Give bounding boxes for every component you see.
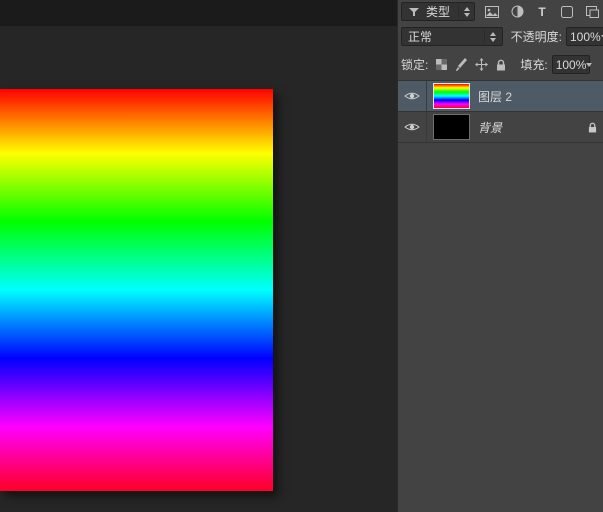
rainbow-gradient-artwork[interactable]: [0, 89, 273, 491]
blend-opacity-row: 正常 不透明度: 100%: [398, 26, 603, 47]
layer-list: 图层 2 背景: [398, 80, 603, 143]
lock-label: 锁定:: [401, 56, 428, 73]
value-dropdown-arrow-icon: [586, 63, 592, 67]
document-tab-strip: [0, 0, 397, 26]
visibility-toggle[interactable]: [398, 81, 427, 111]
filter-kind-dropdown[interactable]: 类型: [401, 2, 475, 21]
eye-icon: [404, 91, 420, 101]
blend-mode-dropdown[interactable]: 正常: [401, 27, 503, 46]
layer-row-layer2[interactable]: 图层 2: [398, 81, 603, 112]
eye-icon: [404, 122, 420, 132]
layer-name[interactable]: 背景: [478, 119, 502, 136]
visibility-toggle[interactable]: [398, 112, 427, 142]
filter-shape-layers-icon[interactable]: [559, 4, 575, 19]
filter-funnel-icon: [406, 4, 422, 19]
opacity-label: 不透明度:: [511, 28, 562, 45]
filter-pixel-layers-icon[interactable]: [484, 4, 500, 19]
canvas-area: [0, 0, 397, 512]
layer-row-background[interactable]: 背景: [398, 112, 603, 143]
lock-all-padlock-icon[interactable]: [494, 58, 508, 72]
filter-type-layers-icon[interactable]: T: [534, 4, 550, 19]
lock-fill-row: 锁定: 填充:: [398, 54, 603, 75]
lock-position-move-icon[interactable]: [474, 58, 488, 72]
blend-mode-value: 正常: [408, 28, 484, 45]
fill-value-field[interactable]: 100%: [552, 55, 590, 74]
layer-thumbnail-rainbow[interactable]: [433, 83, 470, 109]
filter-smart-object-icon[interactable]: [584, 4, 600, 19]
layers-panel: 类型 T: [397, 0, 603, 512]
layer-thumbnail-black[interactable]: [433, 114, 470, 140]
lock-image-pixels-brush-icon[interactable]: [454, 58, 468, 72]
dropdown-spinner-icon: [458, 5, 470, 18]
opacity-value: 100%: [570, 30, 601, 44]
filter-kind-label: 类型: [426, 3, 454, 20]
fill-value: 100%: [556, 58, 587, 72]
lock-transparent-pixels-icon[interactable]: [434, 58, 448, 72]
layer-name[interactable]: 图层 2: [478, 88, 512, 105]
fill-label: 填充:: [520, 56, 547, 73]
layer-filter-bar: 类型 T: [398, 2, 603, 21]
opacity-value-field[interactable]: 100%: [566, 27, 603, 46]
background-lock-icon: [588, 122, 597, 133]
filter-adjustment-layers-icon[interactable]: [509, 4, 525, 19]
dropdown-spinner-icon: [484, 30, 496, 43]
